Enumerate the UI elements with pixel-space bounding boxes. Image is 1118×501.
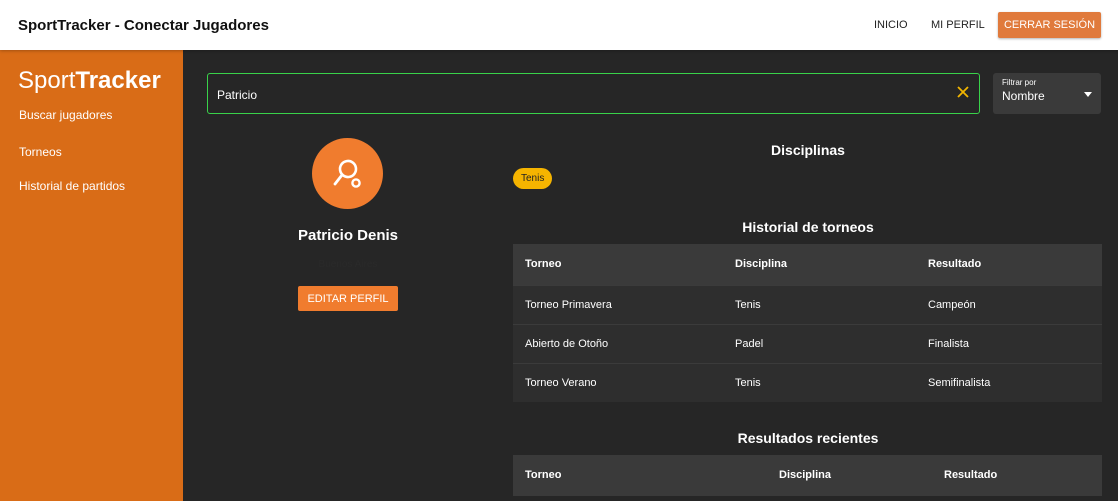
cell-resultado: Campeón: [928, 299, 976, 311]
filter-select[interactable]: Filtrar por Nombre: [993, 73, 1101, 114]
cell-resultado: Semifinalista: [928, 377, 991, 389]
recent-results-title: Resultados recientes: [737, 430, 879, 446]
sidebar-item-buscar-jugadores[interactable]: Buscar jugadores: [19, 108, 112, 122]
cell-disciplina: Padel: [735, 338, 764, 350]
logo-text-bold: Tracker: [75, 67, 161, 94]
column-header-disciplina: Disciplina: [779, 469, 831, 481]
nav-home-link[interactable]: INICIO: [874, 19, 908, 31]
table-header: Torneo Disciplina Resultado: [513, 455, 1102, 496]
nav-profile-link[interactable]: MI PERFIL: [931, 19, 985, 31]
column-header-torneo: Torneo: [525, 469, 562, 481]
filter-value: Nombre: [1002, 89, 1045, 103]
logout-button[interactable]: CERRAR SESIÓN: [998, 12, 1101, 38]
table-row: Torneo Primavera Tenis Campeón: [513, 285, 1102, 324]
cell-torneo: Torneo Verano: [525, 377, 597, 389]
top-bar: SportTracker - Conectar Jugadores INICIO…: [0, 0, 1118, 50]
logo-text-light: Sport: [18, 67, 76, 94]
avatar: [312, 138, 383, 209]
recent-results-table: Torneo Disciplina Resultado: [513, 455, 1102, 496]
chevron-down-icon: [1084, 92, 1092, 97]
cell-torneo: Torneo Primavera: [525, 299, 612, 311]
racket-icon: [333, 159, 361, 188]
app-title: SportTracker - Conectar Jugadores: [18, 17, 269, 34]
discipline-chip[interactable]: Tenis: [513, 168, 553, 189]
column-header-disciplina: Disciplina: [735, 258, 787, 270]
table-row: Torneo Verano Tenis Semifinalista: [513, 363, 1102, 402]
cell-resultado: Finalista: [928, 338, 969, 350]
column-header-resultado: Resultado: [944, 469, 998, 481]
disciplines-title: Disciplinas: [771, 142, 845, 158]
search-input[interactable]: [217, 87, 917, 103]
edit-profile-button[interactable]: EDITAR PERFIL: [298, 286, 398, 311]
table-header: Torneo Disciplina Resultado: [513, 244, 1102, 285]
tournament-history-table: Torneo Disciplina Resultado Torneo Prima…: [513, 244, 1102, 402]
cell-disciplina: Tenis: [735, 377, 761, 389]
close-icon[interactable]: [956, 85, 972, 101]
sidebar: SportTracker Buscar jugadores Torneos Hi…: [0, 50, 183, 501]
column-header-resultado: Resultado: [928, 258, 982, 270]
table-row: Abierto de Otoño Padel Finalista: [513, 324, 1102, 363]
column-header-torneo: Torneo: [525, 258, 562, 270]
search-box: [207, 73, 980, 114]
filter-label: Filtrar por: [1002, 78, 1037, 87]
sidebar-item-torneos[interactable]: Torneos: [19, 145, 62, 159]
cell-torneo: Abierto de Otoño: [525, 338, 609, 350]
player-name: Patricio Denis: [297, 227, 399, 244]
sidebar-logo: SportTracker: [18, 67, 161, 95]
player-city: Buenos Aires: [318, 259, 378, 270]
tournament-history-title: Historial de torneos: [742, 219, 874, 235]
sidebar-item-historial-partidos[interactable]: Historial de partidos: [19, 179, 125, 193]
cell-disciplina: Tenis: [735, 299, 761, 311]
